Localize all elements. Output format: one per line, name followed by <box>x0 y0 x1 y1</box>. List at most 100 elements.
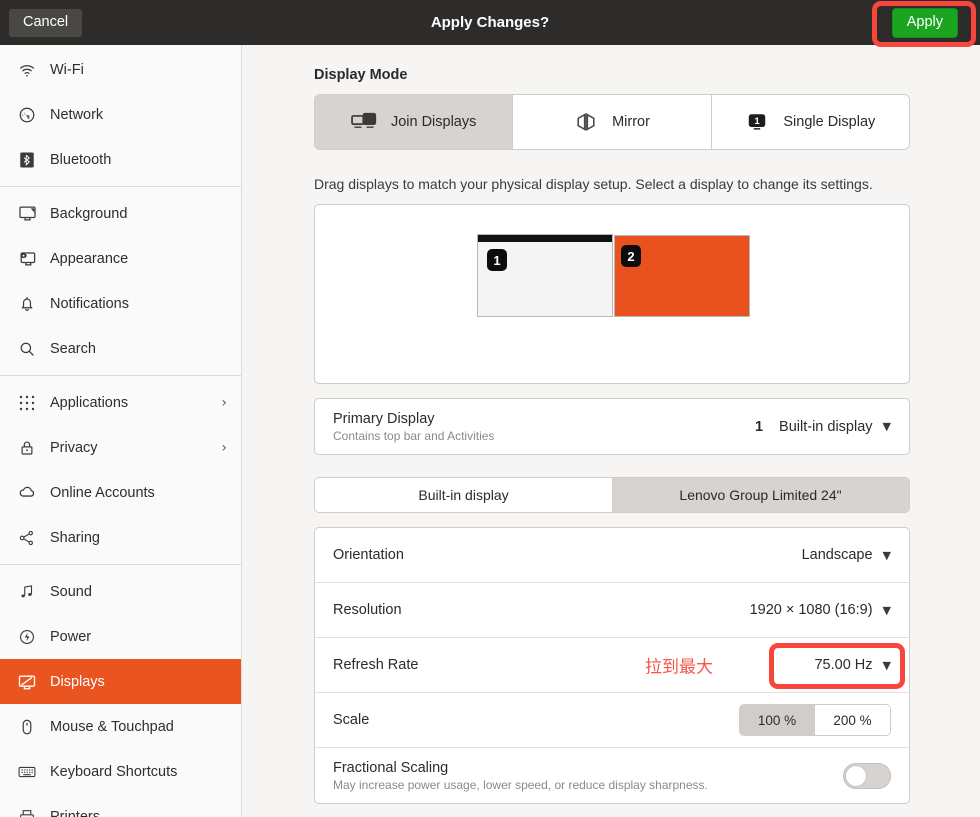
sidebar: Wi-Fi Network Bluetooth Background Appea… <box>0 45 242 817</box>
titlebar: Cancel Apply Changes? Apply <box>0 0 980 45</box>
monitor-number-badge: 1 <box>487 249 507 271</box>
mode-option-label: Single Display <box>783 114 876 130</box>
display-icon <box>14 671 40 693</box>
mode-option-join-displays[interactable]: Join Displays <box>315 95 514 149</box>
lock-icon <box>14 437 40 459</box>
display-arrangement-canvas[interactable]: 1 2 <box>314 204 910 384</box>
sidebar-item-notifications[interactable]: Notifications <box>0 281 241 326</box>
tab-lenovo-display[interactable]: Lenovo Group Limited 24" <box>612 478 909 512</box>
scale-option-100[interactable]: 100 % <box>740 705 815 735</box>
scale-label: Scale <box>333 712 370 728</box>
apply-button[interactable]: Apply <box>891 7 958 38</box>
sidebar-item-keyboard-shortcuts[interactable]: Keyboard Shortcuts <box>0 749 241 794</box>
sidebar-item-label: Displays <box>50 673 105 690</box>
scale-option-200[interactable]: 200 % <box>815 705 890 735</box>
mode-option-mirror[interactable]: Mirror <box>513 95 712 149</box>
orientation-row[interactable]: Orientation Landscape ▼ <box>315 528 909 583</box>
fractional-scaling-sublabel: May increase power usage, lower speed, o… <box>333 777 708 792</box>
monitor-thumbnail-1[interactable]: 1 <box>477 234 613 317</box>
power-icon <box>14 626 40 648</box>
mouse-icon <box>14 716 40 738</box>
keyboard-icon <box>14 761 40 783</box>
monitor-number-badge: 2 <box>621 245 641 267</box>
titlebar-left: Cancel <box>8 7 84 38</box>
refresh-rate-dropdown[interactable]: 75.00 Hz ▼ <box>814 657 891 673</box>
window-body: Wi-Fi Network Bluetooth Background Appea… <box>0 45 980 817</box>
chevron-down-icon: ▼ <box>882 658 891 672</box>
display-mode-switcher: Join Displays Mirror 1 Single Display <box>314 94 910 150</box>
chevron-down-icon: ▼ <box>882 603 891 617</box>
chevron-right-icon: › <box>221 439 227 456</box>
sidebar-item-label: Mouse & Touchpad <box>50 718 174 735</box>
sidebar-item-label: Notifications <box>50 295 129 312</box>
primary-display-value: Built-in display <box>779 418 873 435</box>
refresh-rate-row[interactable]: Refresh Rate 拉到最大 75.00 Hz ▼ <box>315 638 909 693</box>
appearance-icon <box>14 248 40 270</box>
sidebar-item-wifi[interactable]: Wi-Fi <box>0 47 241 92</box>
sidebar-divider <box>0 564 241 565</box>
settings-window: Cancel Apply Changes? Apply Wi-Fi Networ… <box>0 0 980 817</box>
cancel-button[interactable]: Cancel <box>8 7 84 38</box>
single-display-icon: 1 <box>745 111 769 133</box>
join-displays-icon <box>351 112 377 132</box>
fractional-scaling-control <box>843 762 891 789</box>
resolution-value: 1920 × 1080 (16:9) <box>749 602 873 618</box>
fractional-scaling-toggle[interactable] <box>843 762 891 789</box>
sidebar-item-sharing[interactable]: Sharing <box>0 515 241 560</box>
resolution-dropdown[interactable]: 1920 × 1080 (16:9) ▼ <box>750 602 891 618</box>
display-mode-title: Display Mode <box>314 67 408 83</box>
sidebar-item-displays[interactable]: Displays <box>0 659 241 704</box>
sidebar-item-label: Bluetooth <box>50 151 112 168</box>
monitor-thumbnail-2[interactable]: 2 <box>614 235 750 317</box>
bluetooth-icon <box>14 149 40 171</box>
orientation-dropdown[interactable]: Landscape ▼ <box>802 547 891 563</box>
sidebar-item-sound[interactable]: Sound <box>0 569 241 614</box>
mode-option-single-display[interactable]: 1 Single Display <box>711 95 909 149</box>
primary-display-sublabel: Contains top bar and Activities <box>333 428 495 443</box>
svg-text:1: 1 <box>755 116 761 127</box>
sidebar-item-label: Sharing <box>50 529 100 546</box>
refresh-rate-value: 75.00 Hz <box>814 657 873 673</box>
primary-display-label: Primary Display <box>333 410 435 427</box>
sidebar-item-label: Search <box>50 340 96 357</box>
scale-value-group: 100 % 200 % <box>739 704 891 736</box>
titlebar-right: Apply <box>891 7 958 38</box>
sidebar-item-label: Power <box>50 628 92 645</box>
fractional-scaling-text: Fractional Scaling May increase power us… <box>333 760 708 792</box>
tab-built-in-display[interactable]: Built-in display <box>315 478 612 512</box>
fractional-scaling-row: Fractional Scaling May increase power us… <box>315 748 909 803</box>
mirror-icon <box>574 111 598 133</box>
orientation-label: Orientation <box>333 547 404 563</box>
music-note-icon <box>14 581 40 603</box>
wifi-icon <box>14 59 40 81</box>
primary-display-value-group[interactable]: 1 Built-in display ▼ <box>755 419 891 435</box>
sidebar-item-online-accounts[interactable]: Online Accounts <box>0 470 241 515</box>
sidebar-item-label: Background <box>50 205 128 222</box>
sidebar-item-label: Online Accounts <box>50 484 155 501</box>
primary-display-row[interactable]: Primary Display Contains top bar and Act… <box>315 399 909 454</box>
window-title: Apply Changes? <box>430 14 550 31</box>
bell-icon <box>14 293 40 315</box>
sidebar-item-applications[interactable]: Applications › <box>0 380 241 425</box>
chevron-down-icon: ▼ <box>882 548 891 562</box>
display-selector-tabs: Built-in display Lenovo Group Limited 24… <box>314 477 910 513</box>
sidebar-item-label: Sound <box>50 583 92 600</box>
resolution-row[interactable]: Resolution 1920 × 1080 (16:9) ▼ <box>315 583 909 638</box>
scale-row: Scale 100 % 200 % <box>315 693 909 748</box>
sidebar-item-label: Keyboard Shortcuts <box>50 763 178 780</box>
sidebar-item-background[interactable]: Background <box>0 191 241 236</box>
sidebar-item-mouse-touchpad[interactable]: Mouse & Touchpad <box>0 704 241 749</box>
sidebar-item-search[interactable]: Search <box>0 326 241 371</box>
sidebar-item-label: Privacy <box>50 439 98 456</box>
refresh-rate-label: Refresh Rate <box>333 657 419 673</box>
sidebar-item-label: Network <box>50 106 104 123</box>
sidebar-item-network[interactable]: Network <box>0 92 241 137</box>
sidebar-item-privacy[interactable]: Privacy › <box>0 425 241 470</box>
drag-displays-hint: Drag displays to match your physical dis… <box>314 176 873 192</box>
sidebar-item-bluetooth[interactable]: Bluetooth <box>0 137 241 182</box>
sidebar-item-appearance[interactable]: Appearance <box>0 236 241 281</box>
displays-settings-panel: Display Mode Join Displays Mirror 1 Sing… <box>242 45 980 817</box>
sidebar-item-power[interactable]: Power <box>0 614 241 659</box>
sidebar-item-label: Wi-Fi <box>50 61 84 78</box>
sidebar-item-printers[interactable]: Printers <box>0 794 241 817</box>
